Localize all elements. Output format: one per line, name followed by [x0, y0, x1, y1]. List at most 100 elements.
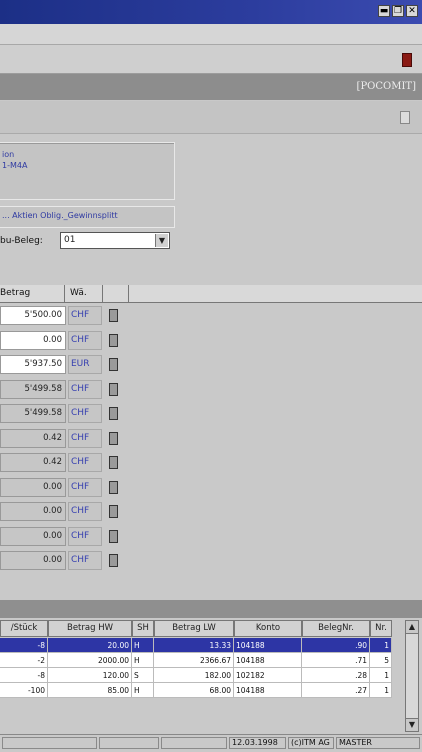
info-line-2: 1-M4A [2, 161, 28, 170]
calculator-icon[interactable] [109, 382, 118, 396]
beleg-select[interactable]: 01 ▼ [60, 232, 170, 249]
grid-row: 5'499.58 CHF [0, 404, 140, 425]
amount-field[interactable]: 0.00 [0, 551, 66, 570]
table-cell-betrag-hw: 2000.00 [48, 653, 132, 668]
grid-row: 0.00 CHF [0, 330, 140, 352]
beleg-select-value: 01 [64, 235, 76, 245]
table-cell-sh: S [132, 668, 154, 683]
table-cell-sh: H [132, 683, 154, 698]
calculator-icon[interactable] [109, 358, 118, 371]
table-cell-betrag-hw: 85.00 [48, 683, 132, 698]
beleg-label: bu-Beleg: [0, 236, 43, 246]
calculator-icon[interactable] [109, 333, 118, 347]
table-cell-stueck: -2 [0, 653, 48, 668]
calculator-icon[interactable] [109, 456, 118, 469]
amount-field[interactable]: 5'499.58 [0, 404, 66, 423]
section-separator [0, 600, 422, 618]
status-cell-empty-2 [99, 737, 159, 749]
table-cell-belegnr: .71 [302, 653, 370, 668]
calculator-icon[interactable] [109, 529, 118, 543]
table-cell-stueck: -8 [0, 668, 48, 683]
table-cell-konto: 104188 [234, 683, 302, 698]
table-row[interactable]: -2 2000.00 H 2366.67 104188.71 5 [0, 653, 404, 668]
table-cell-konto: 104188 [234, 638, 302, 653]
table-cell-konto: 102182 [234, 668, 302, 683]
table-cell-belegnr: .27 [302, 683, 370, 698]
grid-row: 0.42 CHF [0, 453, 140, 474]
currency-field[interactable]: CHF [68, 330, 102, 350]
table-cell-sh: H [132, 653, 154, 668]
currency-field[interactable]: CHF [68, 477, 102, 497]
currency-field[interactable]: CHF [68, 502, 102, 521]
amount-field[interactable]: 5'500.00 [0, 306, 66, 325]
amount-field[interactable]: 0.00 [0, 477, 66, 497]
table-row[interactable]: -8 120.00 S 182.00 102182.28 1 [0, 668, 404, 683]
calculator-icon[interactable] [109, 480, 118, 494]
table-cell-betrag-lw: 13.33 [154, 638, 234, 653]
table-column-header[interactable]: SH [132, 620, 154, 637]
window-title-bar: ▬ ❐ ✕ [0, 0, 422, 24]
currency-field[interactable]: CHF [68, 379, 102, 399]
status-date: 12.03.1998 [229, 737, 286, 749]
currency-field[interactable]: CHF [68, 453, 102, 472]
document-icon[interactable] [400, 111, 410, 124]
close-button[interactable]: ✕ [406, 5, 418, 17]
status-user: MASTER [336, 737, 420, 749]
chevron-down-icon[interactable]: ▼ [155, 234, 168, 247]
table-column-header[interactable]: /Stück [0, 620, 48, 637]
scroll-up-icon[interactable]: ▲ [406, 621, 418, 634]
status-cell-empty-1 [2, 737, 97, 749]
grid-header: Betrag Wä. [0, 285, 422, 303]
table-cell-betrag-hw: 20.00 [48, 638, 132, 653]
table-column-header[interactable]: Betrag HW [48, 620, 132, 637]
window-controls: ▬ ❐ ✕ [378, 5, 418, 17]
table-column-header[interactable]: Konto [234, 620, 302, 637]
info-line-1: ion [2, 150, 15, 159]
grid-row: 5'500.00 CHF [0, 306, 140, 327]
amount-field[interactable]: 0.00 [0, 526, 66, 546]
grid-row: 0.00 CHF [0, 502, 140, 523]
table-cell-nr: 5 [370, 653, 392, 668]
grid-row: 0.42 CHF [0, 428, 140, 450]
table-row[interactable]: -8 20.00 H 13.33 104188.90 1 [0, 638, 404, 653]
calculator-icon[interactable] [109, 431, 118, 445]
column-waehrung[interactable]: Wä. [70, 288, 87, 298]
amount-field[interactable]: 0.00 [0, 502, 66, 521]
currency-field[interactable]: CHF [68, 551, 102, 570]
sub-toolbar [0, 101, 422, 134]
amount-field[interactable]: 0.00 [0, 330, 66, 350]
scroll-down-icon[interactable]: ▼ [406, 718, 418, 731]
currency-field[interactable]: EUR [68, 355, 102, 374]
menu-bar [0, 24, 422, 45]
currency-field[interactable]: CHF [68, 306, 102, 325]
table-cell-betrag-lw: 2366.67 [154, 653, 234, 668]
grid-row: 5'937.50 EUR [0, 355, 140, 376]
minimize-button[interactable]: ▬ [378, 5, 390, 17]
table-column-header[interactable]: BelegNr. [302, 620, 370, 637]
book-icon[interactable] [402, 53, 412, 67]
info-box: ion 1-M4A [0, 142, 175, 200]
currency-field[interactable]: CHF [68, 428, 102, 448]
grid-row: 0.00 CHF [0, 477, 140, 499]
table-cell-stueck: -100 [0, 683, 48, 698]
currency-field[interactable]: CHF [68, 404, 102, 423]
calculator-icon[interactable] [109, 554, 118, 567]
column-betrag[interactable]: Betrag [0, 288, 30, 298]
table-cell-stueck: -8 [0, 638, 48, 653]
table-cell-konto: 104188 [234, 653, 302, 668]
currency-field[interactable]: CHF [68, 526, 102, 546]
amount-field[interactable]: 0.42 [0, 428, 66, 448]
calculator-icon[interactable] [109, 407, 118, 420]
amount-field[interactable]: 5'499.58 [0, 379, 66, 399]
table-column-header[interactable]: Nr. [370, 620, 392, 637]
table-column-header[interactable]: Betrag LW [154, 620, 234, 637]
restore-button[interactable]: ❐ [392, 5, 404, 17]
amount-field[interactable]: 5'937.50 [0, 355, 66, 374]
grid-row: 0.00 CHF [0, 551, 140, 572]
calculator-icon[interactable] [109, 505, 118, 518]
table-row[interactable]: -100 85.00 H 68.00 104188.27 1 [0, 683, 404, 698]
calculator-icon[interactable] [109, 309, 118, 322]
amount-field[interactable]: 0.42 [0, 453, 66, 472]
vertical-scrollbar[interactable]: ▲ ▼ [405, 620, 419, 732]
table-cell-betrag-lw: 68.00 [154, 683, 234, 698]
